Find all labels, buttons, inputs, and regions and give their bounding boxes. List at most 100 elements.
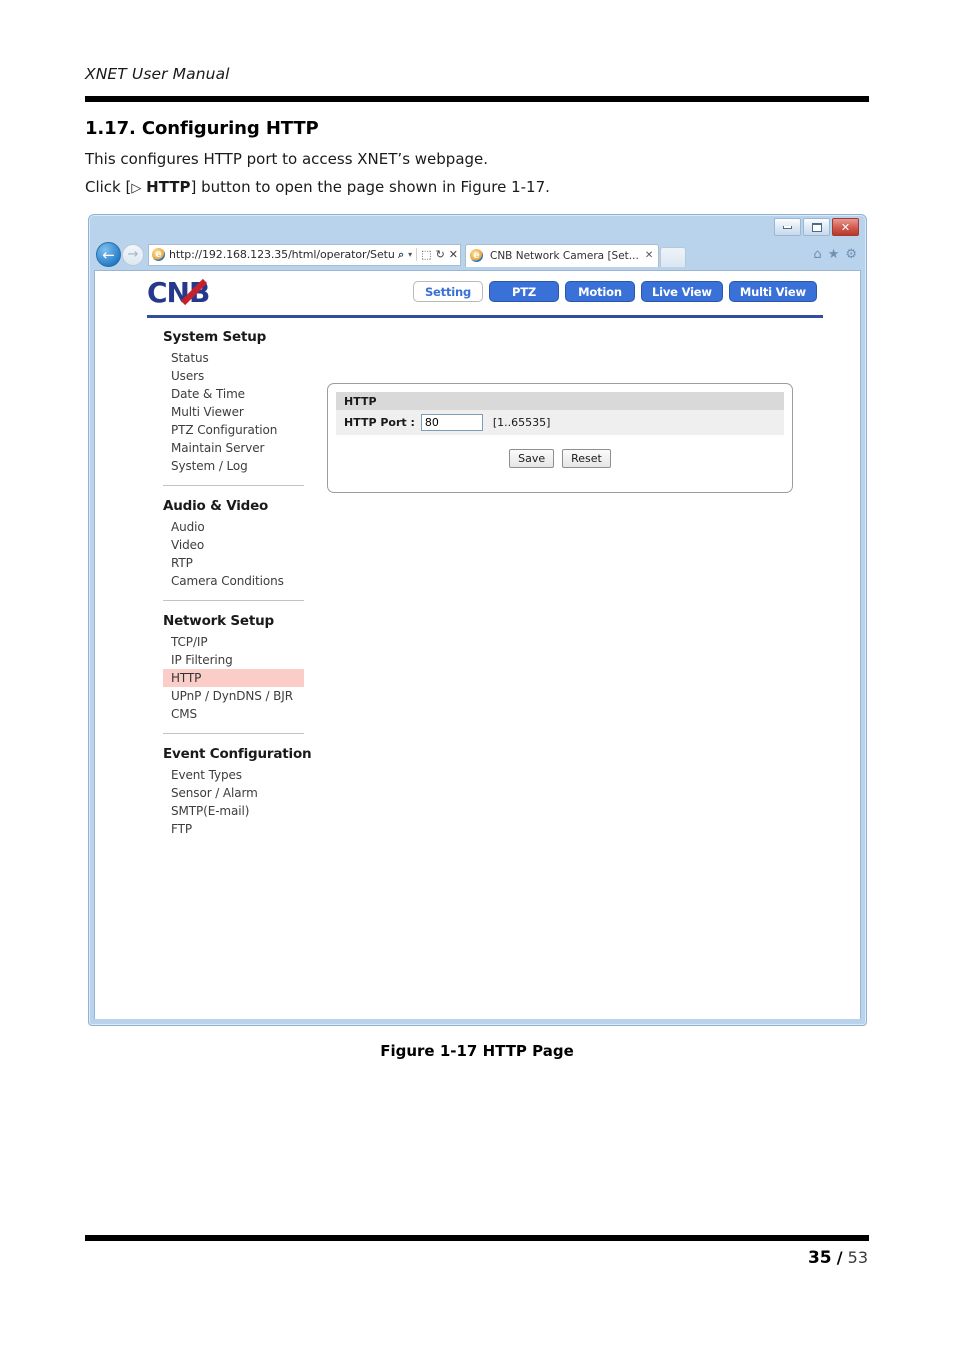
sidebar-item-upnp-dyndns-bjr[interactable]: UPnP / DynDNS / BJR [163,687,313,705]
forward-button[interactable]: → [122,243,144,266]
figure-caption: Figure 1-17 HTTP Page [380,1042,574,1060]
instruction-suffix: ] button to open the page shown in Figur… [190,178,550,196]
http-port-input[interactable] [420,414,483,431]
sidebar-divider [163,733,304,734]
nav-button-multi-view-label: Multi View [739,284,806,299]
save-button[interactable]: Save [509,449,555,468]
sidebar-item-system-log[interactable]: System / Log [163,457,313,475]
panel-header: HTTP [336,392,784,410]
tab-title: CNB Network Camera [Set... [490,249,639,262]
footer-separator: / [836,1248,843,1267]
sidebar-item-ftp[interactable]: FTP [163,820,313,838]
minimize-button[interactable] [774,218,801,236]
browser-window: ✕ ← → http://192.168.123.35/html/operato… [88,214,867,1026]
sidebar-item-tcp-ip[interactable]: TCP/IP [163,633,313,651]
reset-button[interactable]: Reset [562,449,611,468]
home-icon[interactable]: ⌂ [813,247,821,262]
settings-sidebar: System Setup Status Users Date & Time Mu… [163,329,313,838]
stop-icon[interactable]: ✕ [449,248,458,261]
nav-button-ptz[interactable]: PTZ [489,281,559,302]
nav-button-multi-view[interactable]: Multi View [728,281,817,302]
http-port-row: HTTP Port : [1..65535] [336,410,784,435]
address-bar[interactable]: http://192.168.123.35/html/operator/Setu… [148,243,461,266]
sidebar-item-status[interactable]: Status [163,349,313,367]
nav-button-motion[interactable]: Motion [565,281,635,302]
browser-toolbar-right: ⌂ ★ ⚙ [813,247,861,262]
sidebar-item-video[interactable]: Video [163,536,313,554]
sidebar-item-users[interactable]: Users [163,367,313,385]
page-viewport: CNB Setting PTZ Motion Live View Multi V… [94,270,861,1019]
sidebar-divider [163,485,304,486]
maximize-icon [811,222,822,232]
page-title: 1.17. Configuring HTTP [85,118,319,139]
sidebar-item-event-types[interactable]: Event Types [163,766,313,784]
save-button-label: Save [518,452,546,465]
sidebar-item-ip-filtering[interactable]: IP Filtering [163,651,313,669]
sidebar-heading-system-setup: System Setup [163,329,267,345]
window-controls: ✕ [774,218,859,236]
new-tab-button[interactable] [660,246,687,267]
header-divider [147,315,823,318]
sidebar-heading-network-setup: Network Setup [163,613,274,629]
favorites-star-icon[interactable]: ★ [828,247,840,262]
sidebar-heading-event-configuration: Event Configuration [163,746,312,762]
sidebar-item-maintain-server[interactable]: Maintain Server [163,439,313,457]
triangle-bullet-icon: ▷ [131,181,142,196]
tab-cnb-network-camera[interactable]: CNB Network Camera [Set... ✕ [465,243,660,267]
close-button[interactable]: ✕ [832,218,859,236]
footer-total-pages: 53 [847,1248,868,1267]
tab-strip: CNB Network Camera [Set... ✕ [465,243,687,267]
chevron-down-icon[interactable]: ▾ [408,250,412,259]
nav-button-live-view-label: Live View [652,284,712,299]
sidebar-item-smtp-email[interactable]: SMTP(E-mail) [163,802,313,820]
sidebar-item-date-time[interactable]: Date & Time [163,385,313,403]
back-arrow-icon: ← [102,245,115,264]
tab-favicon-icon [470,249,483,262]
close-icon: ✕ [840,220,851,234]
header-rule [85,96,869,102]
nav-button-live-view[interactable]: Live View [641,281,723,302]
address-bar-icons: ⌕ ▾ ⬚ ↻ ✕ [395,248,458,262]
divider [416,248,418,261]
sidebar-item-ptz-configuration[interactable]: PTZ Configuration [163,421,313,439]
back-button[interactable]: ← [96,242,121,267]
sidebar-item-audio[interactable]: Audio [163,518,313,536]
panel-action-buttons: Save Reset [328,449,792,468]
running-header: XNET User Manual [85,64,870,83]
footer-pagination: 35 / 53 [808,1248,868,1268]
sidebar-group-audio-video: Audio & Video Audio Video RTP Camera Con… [163,498,313,590]
footer-rule [85,1235,869,1241]
sidebar-item-sensor-alarm[interactable]: Sensor / Alarm [163,784,313,802]
intro-paragraph: This configures HTTP port to access XNET… [85,150,489,168]
maximize-button[interactable] [803,218,830,236]
document-page: XNET User Manual 1.17. Configuring HTTP … [0,0,954,1350]
cnb-logo: CNB [147,276,259,309]
footer-current-page: 35 [807,1248,832,1268]
sidebar-heading-audio-video: Audio & Video [163,498,269,514]
sidebar-item-http[interactable]: HTTP [163,669,304,687]
nav-button-setting-label: Setting [424,284,472,299]
nav-button-ptz-label: PTZ [511,284,536,299]
minimize-icon [783,225,792,229]
sidebar-group-system-setup: System Setup Status Users Date & Time Mu… [163,329,313,475]
sidebar-group-event-configuration: Event Configuration Event Types Sensor /… [163,746,313,838]
tab-close-icon[interactable]: ✕ [645,250,653,261]
sidebar-item-cms[interactable]: CMS [163,705,313,723]
search-icon[interactable]: ⌕ [398,248,404,262]
sidebar-item-rtp[interactable]: RTP [163,554,313,572]
http-port-range-hint: [1..65535] [492,416,551,429]
compatibility-view-icon[interactable]: ⬚ [421,248,431,261]
sidebar-item-camera-conditions[interactable]: Camera Conditions [163,572,313,590]
running-header-text: XNET User Manual [85,65,230,83]
gear-icon[interactable]: ⚙ [845,247,857,262]
http-settings-panel: HTTP HTTP Port : [1..65535] Save Reset [327,383,793,493]
forward-arrow-icon: → [127,247,139,262]
sidebar-item-multi-viewer[interactable]: Multi Viewer [163,403,313,421]
instruction-bold-term: HTTP [146,178,191,196]
internet-explorer-icon [152,248,165,261]
refresh-icon[interactable]: ↻ [436,248,445,261]
browser-navigation-bar: ← → http://192.168.123.35/html/operator/… [94,239,861,270]
site-header: CNB Setting PTZ Motion Live View Multi V… [95,271,860,319]
site-nav-buttons: Setting PTZ Motion Live View Multi View [413,281,817,302]
nav-button-setting[interactable]: Setting [413,281,483,302]
